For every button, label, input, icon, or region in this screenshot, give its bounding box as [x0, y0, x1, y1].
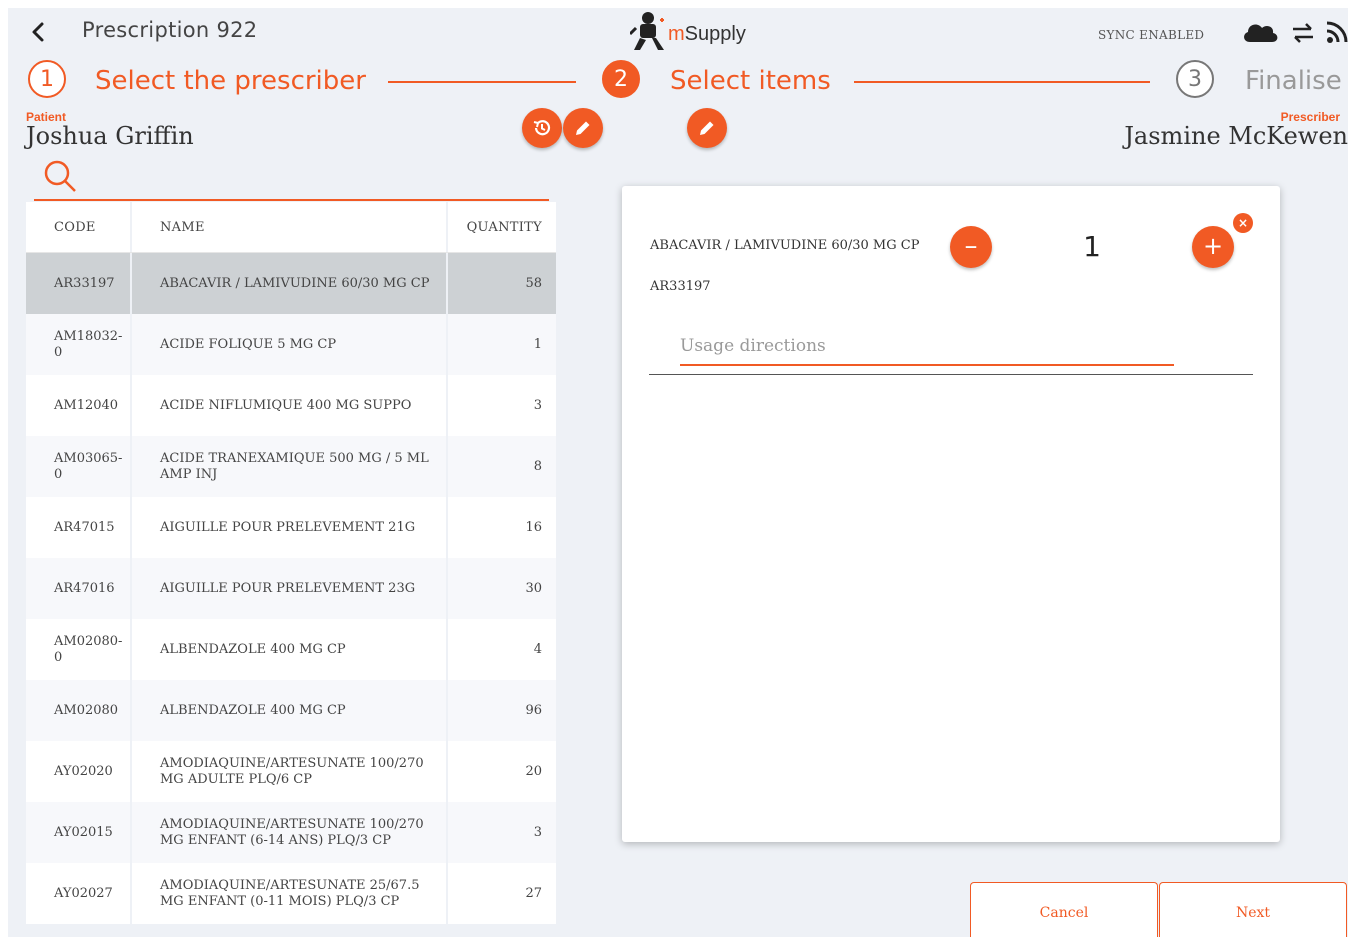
cell-name: ALBENDAZOLE 400 MG CP: [132, 619, 448, 680]
cancel-button[interactable]: Cancel: [970, 882, 1158, 937]
cell-code: AY02020: [26, 741, 132, 802]
table-row[interactable]: AR33197 ABACAVIR / LAMIVUDINE 60/30 MG CP…: [26, 253, 556, 314]
step-divider: [388, 81, 576, 83]
item-quantity-value: 1: [1083, 230, 1101, 263]
pencil-icon: [576, 121, 590, 135]
cell-name: AIGUILLE POUR PRELEVEMENT 21G: [132, 497, 448, 558]
patient-name: Joshua Griffin: [26, 122, 194, 150]
step-3-circle[interactable]: 3: [1176, 60, 1214, 98]
sync-arrows-icon[interactable]: [1290, 18, 1316, 46]
header-bar: Prescription 922 mSupply SYNC ENABLED: [8, 8, 1348, 56]
cloud-icon: [1244, 24, 1278, 42]
back-chevron-icon[interactable]: [26, 18, 50, 46]
plus-icon: +: [1202, 232, 1224, 260]
usage-directions-input[interactable]: [680, 328, 1174, 366]
cell-code: AY02015: [26, 802, 132, 863]
table-row[interactable]: AR47016 AIGUILLE POUR PRELEVEMENT 23G 30: [26, 558, 556, 619]
cell-name: AIGUILLE POUR PRELEVEMENT 23G: [132, 558, 448, 619]
cell-code: AM02080- 0: [26, 619, 132, 680]
cell-quantity: 16: [525, 519, 542, 535]
table-header: CODE NAME QUANTITY: [26, 202, 556, 253]
items-table: CODE NAME QUANTITY AR33197 ABACAVIR / LAM…: [26, 202, 556, 924]
item-name: ABACAVIR / LAMIVUDINE 60/30 MG CP: [650, 238, 920, 253]
selected-item-card: ABACAVIR / LAMIVUDINE 60/30 MG CP AR3319…: [622, 186, 1280, 842]
cell-name: ALBENDAZOLE 400 MG CP: [132, 680, 448, 741]
table-row[interactable]: AM12040 ACIDE NIFLUMIQUE 400 MG SUPPO 3: [26, 375, 556, 436]
cell-quantity: 58: [525, 275, 542, 291]
cell-name: ACIDE TRANEXAMIQUE 500 MG / 5 ML AMP INJ: [132, 436, 448, 497]
close-icon: ×: [1237, 216, 1249, 230]
table-row[interactable]: AM03065- 0 ACIDE TRANEXAMIQUE 500 MG / 5 M…: [26, 436, 556, 497]
column-header-quantity[interactable]: QUANTITY: [448, 202, 556, 252]
step-3-label[interactable]: Finalise: [1245, 66, 1342, 96]
cell-name: AMODIAQUINE/ARTESUNATE 100/270 MG ADULTE…: [132, 741, 448, 802]
table-row[interactable]: AY02020 AMODIAQUINE/ARTESUNATE 100/270 MG…: [26, 741, 556, 802]
remove-item-button[interactable]: ×: [1233, 213, 1253, 233]
cell-code: AM03065- 0: [26, 436, 132, 497]
step-divider: [854, 81, 1150, 83]
logo-text: mSupply: [668, 23, 746, 45]
step-2-label[interactable]: Select items: [670, 66, 831, 96]
cell-quantity: 3: [533, 397, 542, 413]
cell-code: AR47015: [26, 497, 132, 558]
cell-quantity: 30: [525, 580, 542, 596]
cell-quantity: 4: [533, 641, 542, 657]
page-title: Prescription 922: [82, 18, 258, 42]
item-code: AR33197: [650, 279, 711, 294]
edit-prescriber-button[interactable]: [687, 108, 727, 148]
increase-quantity-button[interactable]: +: [1192, 226, 1234, 268]
search-input-underline[interactable]: [34, 199, 549, 201]
cell-code: AR33197: [26, 253, 132, 314]
step-2-circle[interactable]: 2: [602, 60, 640, 98]
decrease-quantity-button[interactable]: –: [950, 226, 992, 268]
cell-name: ABACAVIR / LAMIVUDINE 60/30 MG CP: [132, 253, 448, 314]
cell-name: AMODIAQUINE/ARTESUNATE 100/270 MG ENFANT…: [132, 802, 448, 863]
app-frame: Prescription 922 mSupply SYNC ENABLED 1 …: [8, 8, 1348, 937]
table-row[interactable]: AM18032- 0 ACIDE FOLIQUE 5 MG CP 1: [26, 314, 556, 375]
patient-history-button[interactable]: [522, 108, 562, 148]
cell-quantity: 96: [525, 702, 542, 718]
column-header-name[interactable]: NAME: [132, 202, 448, 252]
card-divider: [649, 374, 1253, 375]
cell-quantity: 27: [525, 885, 542, 901]
table-row[interactable]: AM02080- 0 ALBENDAZOLE 400 MG CP 4: [26, 619, 556, 680]
cell-code: AM18032- 0: [26, 314, 132, 375]
table-row[interactable]: AY02027 AMODIAQUINE/ARTESUNATE 25/67.5 MG…: [26, 863, 556, 924]
prescriber-name: Jasmine McKewen: [1124, 122, 1348, 150]
history-icon: [533, 120, 551, 136]
cell-quantity: 8: [533, 458, 542, 474]
cell-code: AM02080: [26, 680, 132, 741]
column-header-code[interactable]: CODE: [26, 202, 132, 252]
search-icon[interactable]: [42, 158, 80, 194]
cell-name: AMODIAQUINE/ARTESUNATE 25/67.5 MG ENFANT…: [132, 863, 448, 924]
cell-code: AR47016: [26, 558, 132, 619]
cell-code: AY02027: [26, 863, 132, 924]
step-1-circle[interactable]: 1: [28, 60, 66, 98]
cell-name: ACIDE NIFLUMIQUE 400 MG SUPPO: [132, 375, 448, 436]
table-body: AR33197 ABACAVIR / LAMIVUDINE 60/30 MG CP…: [26, 253, 556, 924]
pencil-icon: [700, 121, 714, 135]
rss-feed-icon: [1326, 21, 1348, 43]
cell-name: ACIDE FOLIQUE 5 MG CP: [132, 314, 448, 375]
table-row[interactable]: AR47015 AIGUILLE POUR PRELEVEMENT 21G 16: [26, 497, 556, 558]
step-1-label[interactable]: Select the prescriber: [95, 66, 366, 96]
msupply-logo: [630, 12, 664, 50]
sync-status: SYNC ENABLED: [1098, 28, 1205, 42]
cell-quantity: 1: [533, 336, 542, 352]
cell-quantity: 3: [533, 824, 542, 840]
minus-icon: –: [964, 231, 978, 261]
next-button[interactable]: Next: [1159, 882, 1347, 937]
edit-patient-button[interactable]: [563, 108, 603, 148]
cell-code: AM12040: [26, 375, 132, 436]
cell-quantity: 20: [525, 763, 542, 779]
table-row[interactable]: AM02080 ALBENDAZOLE 400 MG CP 96: [26, 680, 556, 741]
table-row[interactable]: AY02015 AMODIAQUINE/ARTESUNATE 100/270 MG…: [26, 802, 556, 863]
